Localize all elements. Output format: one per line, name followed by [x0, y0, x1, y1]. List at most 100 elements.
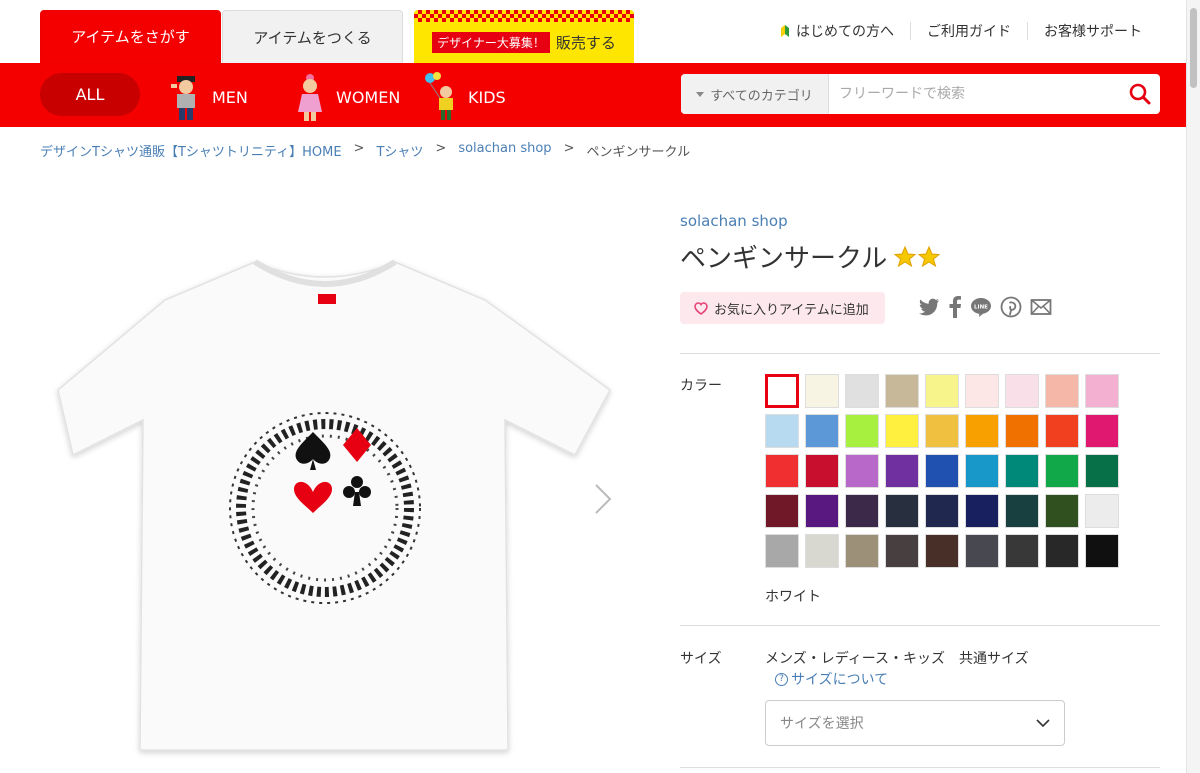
- question-icon: ?: [775, 672, 788, 686]
- color-swatch[interactable]: [965, 494, 999, 528]
- product-title-text: ペンギンサークル: [680, 244, 888, 274]
- color-swatch-grid: [765, 374, 1119, 568]
- nav-kids[interactable]: KIDS: [424, 72, 506, 120]
- product-title: ペンギンサークル: [680, 238, 941, 275]
- size-guide-label: サイズについて: [791, 672, 889, 688]
- breadcrumb-category[interactable]: Tシャツ: [376, 141, 423, 160]
- dropdown-triangle-icon: [696, 91, 705, 97]
- rating-stars: [893, 245, 941, 269]
- color-swatch[interactable]: [1045, 414, 1079, 448]
- nav-men[interactable]: MEN: [168, 76, 248, 120]
- support-link[interactable]: お客様サポート: [1027, 22, 1158, 40]
- beginner-mark-icon: [780, 24, 790, 38]
- tab-sell[interactable]: デザイナー大募集！ 販売する: [414, 10, 634, 63]
- color-swatch[interactable]: [765, 454, 799, 488]
- color-swatch[interactable]: [805, 534, 839, 568]
- heart-icon: [694, 301, 708, 315]
- add-to-favorites-button[interactable]: お気に入りアイテムに追加: [680, 292, 885, 324]
- color-swatch[interactable]: [1085, 454, 1119, 488]
- search-input[interactable]: [829, 74, 1120, 114]
- facebook-icon[interactable]: [948, 296, 962, 318]
- color-swatch[interactable]: [1045, 374, 1079, 408]
- color-swatch[interactable]: [1085, 494, 1119, 528]
- beginner-link[interactable]: はじめての方へ: [780, 22, 910, 40]
- search-button[interactable]: [1120, 74, 1160, 114]
- top-bar: アイテムをさがす アイテムをつくる デザイナー大募集！ 販売する はじめての方へ…: [0, 0, 1200, 63]
- mail-icon[interactable]: [1030, 298, 1052, 316]
- scrollbar-thumb[interactable]: [1190, 8, 1197, 88]
- color-swatch[interactable]: [1085, 374, 1119, 408]
- color-swatch[interactable]: [1005, 534, 1039, 568]
- color-swatch[interactable]: [845, 414, 879, 448]
- color-swatch[interactable]: [885, 454, 919, 488]
- tab-make-items[interactable]: アイテムをつくる: [222, 10, 403, 63]
- search-category-select[interactable]: すべてのカテゴリ: [681, 74, 829, 114]
- color-swatch[interactable]: [925, 374, 959, 408]
- guide-link-label: ご利用ガイド: [927, 24, 1011, 40]
- size-select[interactable]: サイズを選択: [765, 700, 1065, 746]
- pinterest-icon[interactable]: [1000, 296, 1022, 318]
- tab-find-items[interactable]: アイテムをさがす: [40, 10, 221, 63]
- nav-all[interactable]: ALL: [40, 73, 140, 116]
- size-label: サイズ: [680, 651, 722, 667]
- svg-text:LINE: LINE: [974, 305, 988, 311]
- color-swatch[interactable]: [965, 534, 999, 568]
- color-swatch[interactable]: [885, 534, 919, 568]
- product-image[interactable]: [40, 230, 630, 770]
- color-swatch[interactable]: [765, 494, 799, 528]
- scrollbar[interactable]: [1186, 0, 1200, 773]
- color-swatch[interactable]: [965, 374, 999, 408]
- selected-color-name: ホワイト: [765, 589, 821, 605]
- tshirt-image: [57, 259, 611, 751]
- color-swatch[interactable]: [805, 414, 839, 448]
- color-swatch[interactable]: [965, 454, 999, 488]
- star-icon: [893, 245, 917, 267]
- color-swatch[interactable]: [885, 414, 919, 448]
- breadcrumb-home[interactable]: デザインTシャツ通販【Tシャツトリニティ】HOME: [40, 141, 342, 160]
- color-swatch[interactable]: [765, 414, 799, 448]
- color-swatch[interactable]: [965, 414, 999, 448]
- breadcrumb-shop[interactable]: solachan shop: [458, 141, 551, 160]
- search-box: すべてのカテゴリ: [681, 74, 1160, 114]
- color-swatch[interactable]: [925, 414, 959, 448]
- divider: [680, 353, 1160, 354]
- size-guide-link[interactable]: ? サイズについて: [775, 669, 888, 689]
- kids-figure-icon: [425, 72, 453, 120]
- breadcrumb-separator: >: [563, 141, 575, 156]
- shop-name-link[interactable]: solachan shop: [680, 212, 788, 230]
- search-icon: [1129, 83, 1151, 105]
- guide-link[interactable]: ご利用ガイド: [910, 22, 1027, 40]
- color-swatch[interactable]: [925, 494, 959, 528]
- color-swatch[interactable]: [1085, 414, 1119, 448]
- color-swatch[interactable]: [1005, 374, 1039, 408]
- color-swatch[interactable]: [1085, 534, 1119, 568]
- color-swatch[interactable]: [845, 534, 879, 568]
- color-swatch[interactable]: [885, 374, 919, 408]
- color-swatch[interactable]: [1045, 454, 1079, 488]
- next-image-arrow-icon[interactable]: [592, 482, 614, 516]
- color-swatch[interactable]: [925, 454, 959, 488]
- color-swatch[interactable]: [845, 454, 879, 488]
- line-icon[interactable]: LINE: [970, 296, 992, 318]
- twitter-icon[interactable]: [918, 297, 940, 317]
- color-swatch[interactable]: [805, 374, 839, 408]
- color-swatch[interactable]: [1045, 494, 1079, 528]
- color-swatch[interactable]: [1005, 414, 1039, 448]
- divider: [680, 625, 1160, 626]
- color-swatch[interactable]: [1005, 454, 1039, 488]
- nav-women[interactable]: WOMEN: [292, 74, 400, 121]
- checker-pattern: [414, 10, 634, 22]
- color-swatch[interactable]: [765, 534, 799, 568]
- color-swatch[interactable]: [885, 494, 919, 528]
- color-swatch[interactable]: [925, 534, 959, 568]
- color-swatch[interactable]: [1005, 494, 1039, 528]
- color-swatch[interactable]: [765, 374, 799, 408]
- color-swatch[interactable]: [1045, 534, 1079, 568]
- breadcrumb-current: ペンギンサークル: [586, 145, 691, 160]
- color-swatch[interactable]: [805, 494, 839, 528]
- size-select-placeholder: サイズを選択: [780, 716, 864, 732]
- color-swatch[interactable]: [805, 454, 839, 488]
- color-swatch[interactable]: [845, 494, 879, 528]
- chevron-down-icon: [1036, 719, 1050, 727]
- color-swatch[interactable]: [845, 374, 879, 408]
